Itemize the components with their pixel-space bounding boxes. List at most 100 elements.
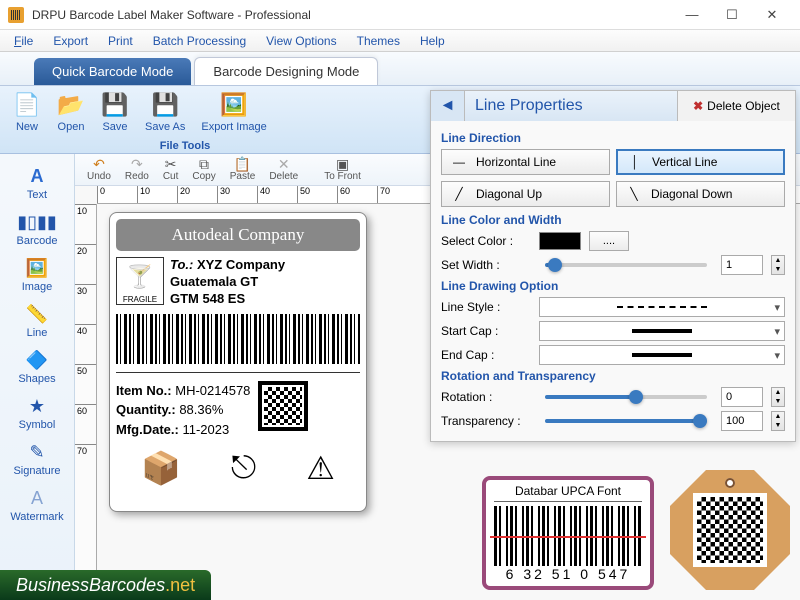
undo-icon: ↶ <box>93 157 105 171</box>
edit-undo[interactable]: ↶Undo <box>81 155 117 184</box>
ribbon-new[interactable]: 📄New <box>5 89 49 135</box>
tool-sidebar: AText ▮▯▮▮Barcode 🖼️Image 📏Line 🔷Shapes … <box>0 154 75 600</box>
ribbon-export-image[interactable]: 🖼️Export Image <box>193 89 274 135</box>
transparency-slider[interactable] <box>545 419 707 423</box>
no-hook-icon: ⎋ <box>231 449 256 487</box>
line-icon: 📏 <box>24 303 50 325</box>
width-spinner[interactable]: ▲▼ <box>771 255 785 275</box>
qr-tag-preview[interactable] <box>670 470 790 590</box>
redo-icon: ↷ <box>131 157 143 171</box>
rotation-value[interactable]: 0 <box>721 387 763 407</box>
copy-icon: ⧉ <box>199 157 209 171</box>
edit-tofront[interactable]: ▣To Front <box>318 155 367 184</box>
barcode-icon: ▮▯▮▮ <box>24 211 50 233</box>
fragile-symbol: 🍸FRAGILE <box>116 257 164 305</box>
edit-copy[interactable]: ⧉Copy <box>186 155 221 184</box>
delete-object-button[interactable]: ✖Delete Object <box>677 91 795 121</box>
label-facts: Item No.: MH-0214578 Quantity.: 88.36% M… <box>116 381 250 440</box>
panel-back-button[interactable]: ◄ <box>431 91 465 121</box>
menu-print[interactable]: Print <box>100 32 141 50</box>
transparency-value[interactable]: 100 <box>721 411 763 431</box>
menubar: File Export Print Batch Processing View … <box>0 30 800 52</box>
color-more-button[interactable]: .... <box>589 231 629 251</box>
label-address: To.: XYZ Company Guatemala GT GTM 548 ES <box>170 257 285 308</box>
width-value[interactable]: 1 <box>721 255 763 275</box>
barcode-preview-card[interactable]: Databar UPCA Font 6 32 51 0 547 <box>482 476 654 590</box>
edit-cut[interactable]: ✂Cut <box>157 155 185 184</box>
menu-themes[interactable]: Themes <box>349 32 408 50</box>
set-width-label: Set Width : <box>441 258 531 272</box>
end-cap-dropdown[interactable] <box>539 345 785 365</box>
preview-area: Databar UPCA Font 6 32 51 0 547 <box>482 470 790 590</box>
line-style-label: Line Style : <box>441 300 531 314</box>
text-icon: A <box>24 165 50 187</box>
tool-line[interactable]: 📏Line <box>0 298 74 344</box>
rotation-spinner[interactable]: ▲▼ <box>771 387 785 407</box>
panel-title: Line Properties <box>465 91 677 121</box>
window-title: DRPU Barcode Label Maker Software - Prof… <box>32 8 672 22</box>
save-icon: 💾 <box>101 91 129 119</box>
label-company: Autodeal Company <box>116 219 360 251</box>
section-color: Line Color and Width <box>441 213 785 227</box>
maximize-button[interactable]: ☐ <box>712 1 752 29</box>
tofront-icon: ▣ <box>336 157 349 171</box>
handle-care-icon: 📦 <box>141 449 181 487</box>
preview-barcode <box>494 506 642 566</box>
delete-x-icon: ✖ <box>693 99 703 113</box>
label-preview[interactable]: Autodeal Company 🍸FRAGILE To.: XYZ Compa… <box>109 212 367 512</box>
transparency-label: Transparency : <box>441 414 531 428</box>
tool-text[interactable]: AText <box>0 160 74 206</box>
color-swatch[interactable] <box>539 232 581 250</box>
close-button[interactable]: ✕ <box>752 1 792 29</box>
symbol-icon: ★ <box>24 395 50 417</box>
tool-watermark[interactable]: AWatermark <box>0 482 74 528</box>
tab-quick-barcode[interactable]: Quick Barcode Mode <box>34 58 191 85</box>
ribbon-group-label: File Tools <box>10 140 360 152</box>
diagonal-down-icon: ╲ <box>625 187 643 201</box>
line-style-dropdown[interactable] <box>539 297 785 317</box>
signature-icon: ✎ <box>24 441 50 463</box>
tool-symbol[interactable]: ★Symbol <box>0 390 74 436</box>
tool-image[interactable]: 🖼️Image <box>0 252 74 298</box>
ribbon-saveas[interactable]: 💾Save As <box>137 89 193 135</box>
rotation-slider[interactable] <box>545 395 707 399</box>
dir-diagonal-down[interactable]: ╲Diagonal Down <box>616 181 785 207</box>
section-drawing: Line Drawing Option <box>441 279 785 293</box>
open-icon: 📂 <box>57 91 85 119</box>
start-cap-dropdown[interactable] <box>539 321 785 341</box>
tab-barcode-designing[interactable]: Barcode Designing Mode <box>194 57 378 85</box>
rotation-label: Rotation : <box>441 390 531 404</box>
label-barcode <box>116 314 360 364</box>
label-divider <box>116 372 360 373</box>
mode-tabs: Quick Barcode Mode Barcode Designing Mod… <box>0 52 800 86</box>
tool-barcode[interactable]: ▮▯▮▮Barcode <box>0 206 74 252</box>
minimize-button[interactable]: — <box>672 1 712 29</box>
menu-export[interactable]: Export <box>45 32 96 50</box>
paste-icon: 📋 <box>234 157 251 171</box>
label-qr <box>258 381 308 431</box>
ribbon-open[interactable]: 📂Open <box>49 89 93 135</box>
width-slider[interactable] <box>545 263 707 267</box>
horizontal-line-icon: — <box>450 155 468 169</box>
tool-shapes[interactable]: 🔷Shapes <box>0 344 74 390</box>
delete-icon: ✕ <box>278 157 290 171</box>
properties-panel: ◄ Line Properties ✖Delete Object Line Di… <box>430 90 796 442</box>
dir-horizontal[interactable]: —Horizontal Line <box>441 149 610 175</box>
dir-vertical[interactable]: │Vertical Line <box>616 149 785 175</box>
edit-paste[interactable]: 📋Paste <box>224 155 262 184</box>
ribbon-save[interactable]: 💾Save <box>93 89 137 135</box>
start-cap-label: Start Cap : <box>441 324 531 338</box>
transparency-spinner[interactable]: ▲▼ <box>771 411 785 431</box>
menu-view[interactable]: View Options <box>258 32 344 50</box>
edit-redo[interactable]: ↷Redo <box>119 155 155 184</box>
preview-digits: 6 32 51 0 547 <box>494 566 642 582</box>
cut-icon: ✂ <box>165 157 177 171</box>
menu-help[interactable]: Help <box>412 32 453 50</box>
tool-signature[interactable]: ✎Signature <box>0 436 74 482</box>
app-icon <box>8 7 24 23</box>
menu-batch[interactable]: Batch Processing <box>145 32 254 50</box>
edit-delete[interactable]: ✕Delete <box>263 155 304 184</box>
dir-diagonal-up[interactable]: ╱Diagonal Up <box>441 181 610 207</box>
menu-file[interactable]: File <box>6 32 41 50</box>
shapes-icon: 🔷 <box>24 349 50 371</box>
